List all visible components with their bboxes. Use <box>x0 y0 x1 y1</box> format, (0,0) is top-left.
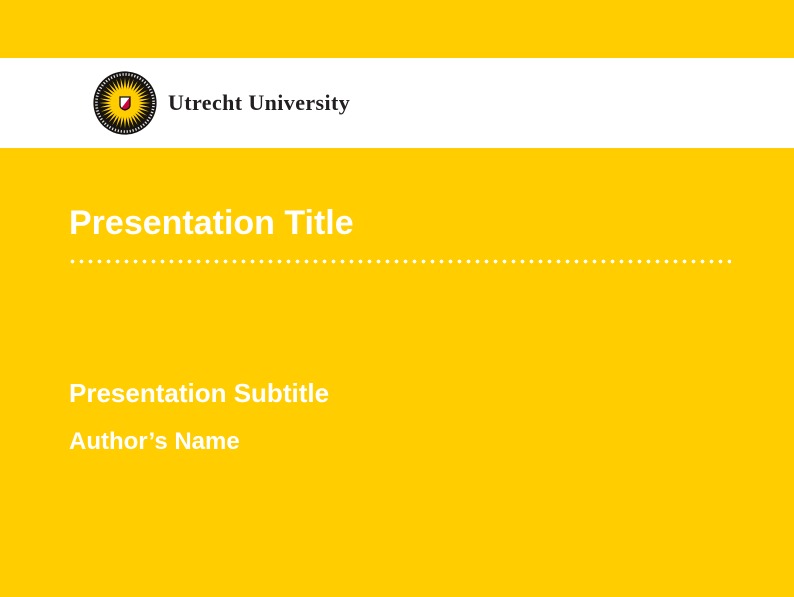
utrecht-university-seal-icon <box>93 71 157 135</box>
author-name: Author’s Name <box>69 427 240 457</box>
presentation-subtitle: Presentation Subtitle <box>69 377 329 409</box>
org-name: Utrecht University <box>168 90 350 116</box>
title-slide: Utrecht University Presentation Title Pr… <box>0 0 794 597</box>
header-band: Utrecht University <box>0 58 794 148</box>
presentation-title: Presentation Title <box>69 203 354 243</box>
dotted-divider <box>68 259 731 264</box>
